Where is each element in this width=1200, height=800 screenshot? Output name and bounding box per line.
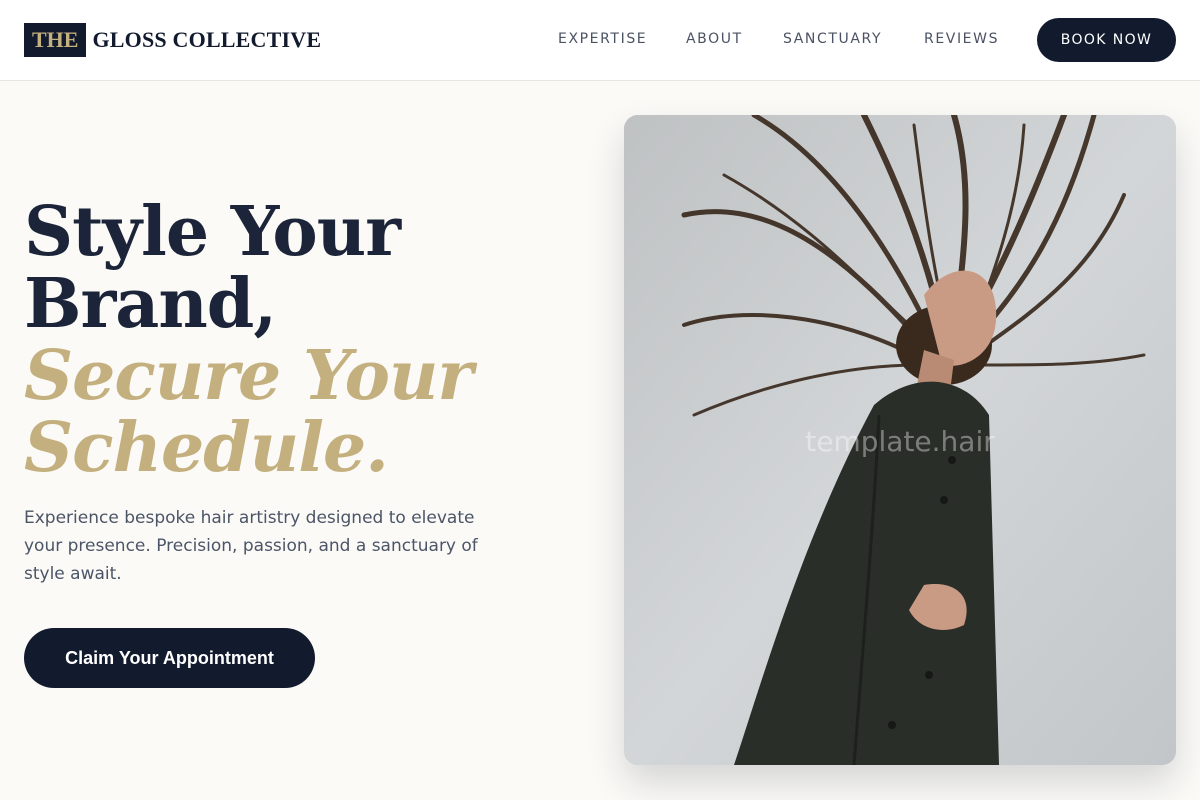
headline-line-1: Style Your — [24, 192, 401, 272]
nav-expertise[interactable]: EXPERTISE — [558, 31, 647, 47]
hero-headline: Style Your Brand, Secure Your Schedule. — [24, 192, 473, 488]
nav-sanctuary[interactable]: SANCTUARY — [783, 31, 882, 47]
nav-reviews[interactable]: REVIEWS — [924, 31, 999, 47]
hero-photo: template.hair — [624, 115, 1176, 765]
nav-about[interactable]: ABOUT — [686, 31, 743, 47]
site-header: THE GLOSS COLLECTIVE EXPERTISE ABOUT SAN… — [0, 0, 1200, 81]
book-now-button[interactable]: BOOK NOW — [1037, 18, 1176, 62]
headline-line-2: Brand, — [24, 264, 277, 344]
headline-line-3: Secure Your — [24, 336, 473, 416]
logo-text: GLOSS COLLECTIVE — [92, 27, 322, 52]
headline-line-4: Schedule. — [24, 408, 389, 488]
hero-description: Experience bespoke hair artistry designe… — [24, 508, 478, 584]
photo-watermark: template.hair — [805, 425, 995, 458]
logo[interactable]: THE GLOSS COLLECTIVE — [24, 23, 321, 57]
claim-appointment-button[interactable]: Claim Your Appointment — [24, 628, 315, 688]
logo-mark: THE — [24, 23, 87, 57]
